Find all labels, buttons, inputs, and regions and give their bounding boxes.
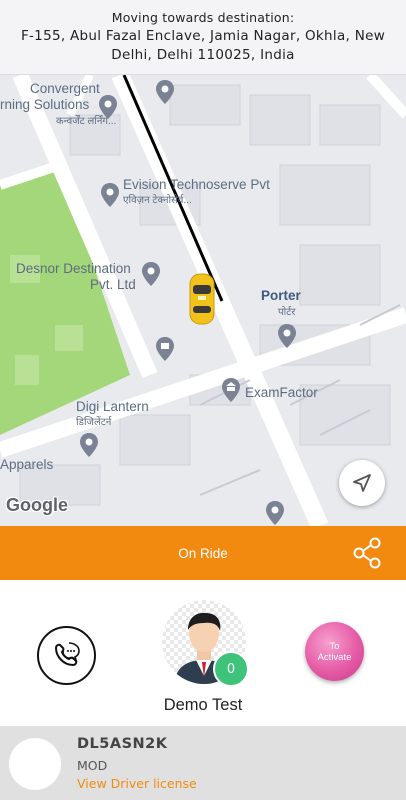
place-label-porter-hindi: पोर्टर <box>278 307 296 318</box>
place-label-desnor-line2: Pvt. Ltd <box>90 277 136 292</box>
place-label-desnor: Desnor Destination <box>16 261 131 276</box>
map-pin-icon[interactable] <box>277 323 297 349</box>
vehicle-model: MOD <box>77 758 108 773</box>
vehicle-photo <box>9 738 61 790</box>
call-driver-button[interactable] <box>37 626 96 685</box>
map-view[interactable]: Convergent rning Solutions कन्वर्जेंट लर… <box>0 75 406 526</box>
place-label-evision: Evision Technoserve Pvt <box>123 177 270 192</box>
place-label-digi: Digi Lantern <box>76 399 149 414</box>
place-label-examfactor: ExamFactor <box>245 385 318 400</box>
locate-icon <box>353 474 371 492</box>
phone-chat-icon <box>54 641 80 666</box>
google-attribution: Google <box>6 495 68 515</box>
map-pin-icon[interactable] <box>79 432 99 458</box>
map-pin-icon[interactable] <box>155 79 175 105</box>
ride-status-bar: On Ride <box>0 526 406 580</box>
place-label-convergent-line2: rning Solutions <box>0 97 90 112</box>
destination-address: F-155, Abul Fazal Enclave, Jamia Nagar, … <box>20 28 386 63</box>
driver-avatar-wrap[interactable]: 0 <box>162 600 249 687</box>
place-label-apparels: Apparels <box>0 457 54 472</box>
place-label-evision-hindi: एविज़न टेक्नोसेर्व... <box>123 195 192 206</box>
driver-name: Demo Test <box>163 696 243 714</box>
share-icon[interactable] <box>350 535 386 571</box>
camera-pin-icon[interactable] <box>155 336 175 362</box>
place-label-digi-hindi: डिजिलेंटर्न <box>76 417 112 428</box>
activate-button[interactable]: To Activate <box>305 622 364 681</box>
place-label-porter: Porter <box>261 288 301 303</box>
vehicle-info: DL5ASN2K MOD View Driver license <box>0 726 406 800</box>
bank-pin-icon[interactable] <box>221 377 241 403</box>
activate-label: To Activate <box>317 640 352 663</box>
taxi-car-icon <box>189 273 215 325</box>
destination-title: Moving towards destination: <box>111 10 295 25</box>
map-pin-icon[interactable] <box>265 500 285 526</box>
ride-status-label: On Ride <box>178 545 228 561</box>
destination-banner: Moving towards destination: F-155, Abul … <box>0 0 406 75</box>
place-name: Convergent <box>30 81 100 96</box>
map-pin-icon[interactable] <box>98 94 118 120</box>
map-pin-icon[interactable] <box>141 261 161 287</box>
ride-count-badge: 0 <box>213 651 249 687</box>
view-license-link[interactable]: View Driver license <box>77 776 197 791</box>
place-label-convergent: Convergent <box>30 81 100 96</box>
vehicle-plate: DL5ASN2K <box>77 736 168 752</box>
locate-button[interactable] <box>339 460 385 506</box>
driver-panel: 0 To Activate Demo Test <box>0 580 406 726</box>
map-pin-icon[interactable] <box>100 182 120 208</box>
